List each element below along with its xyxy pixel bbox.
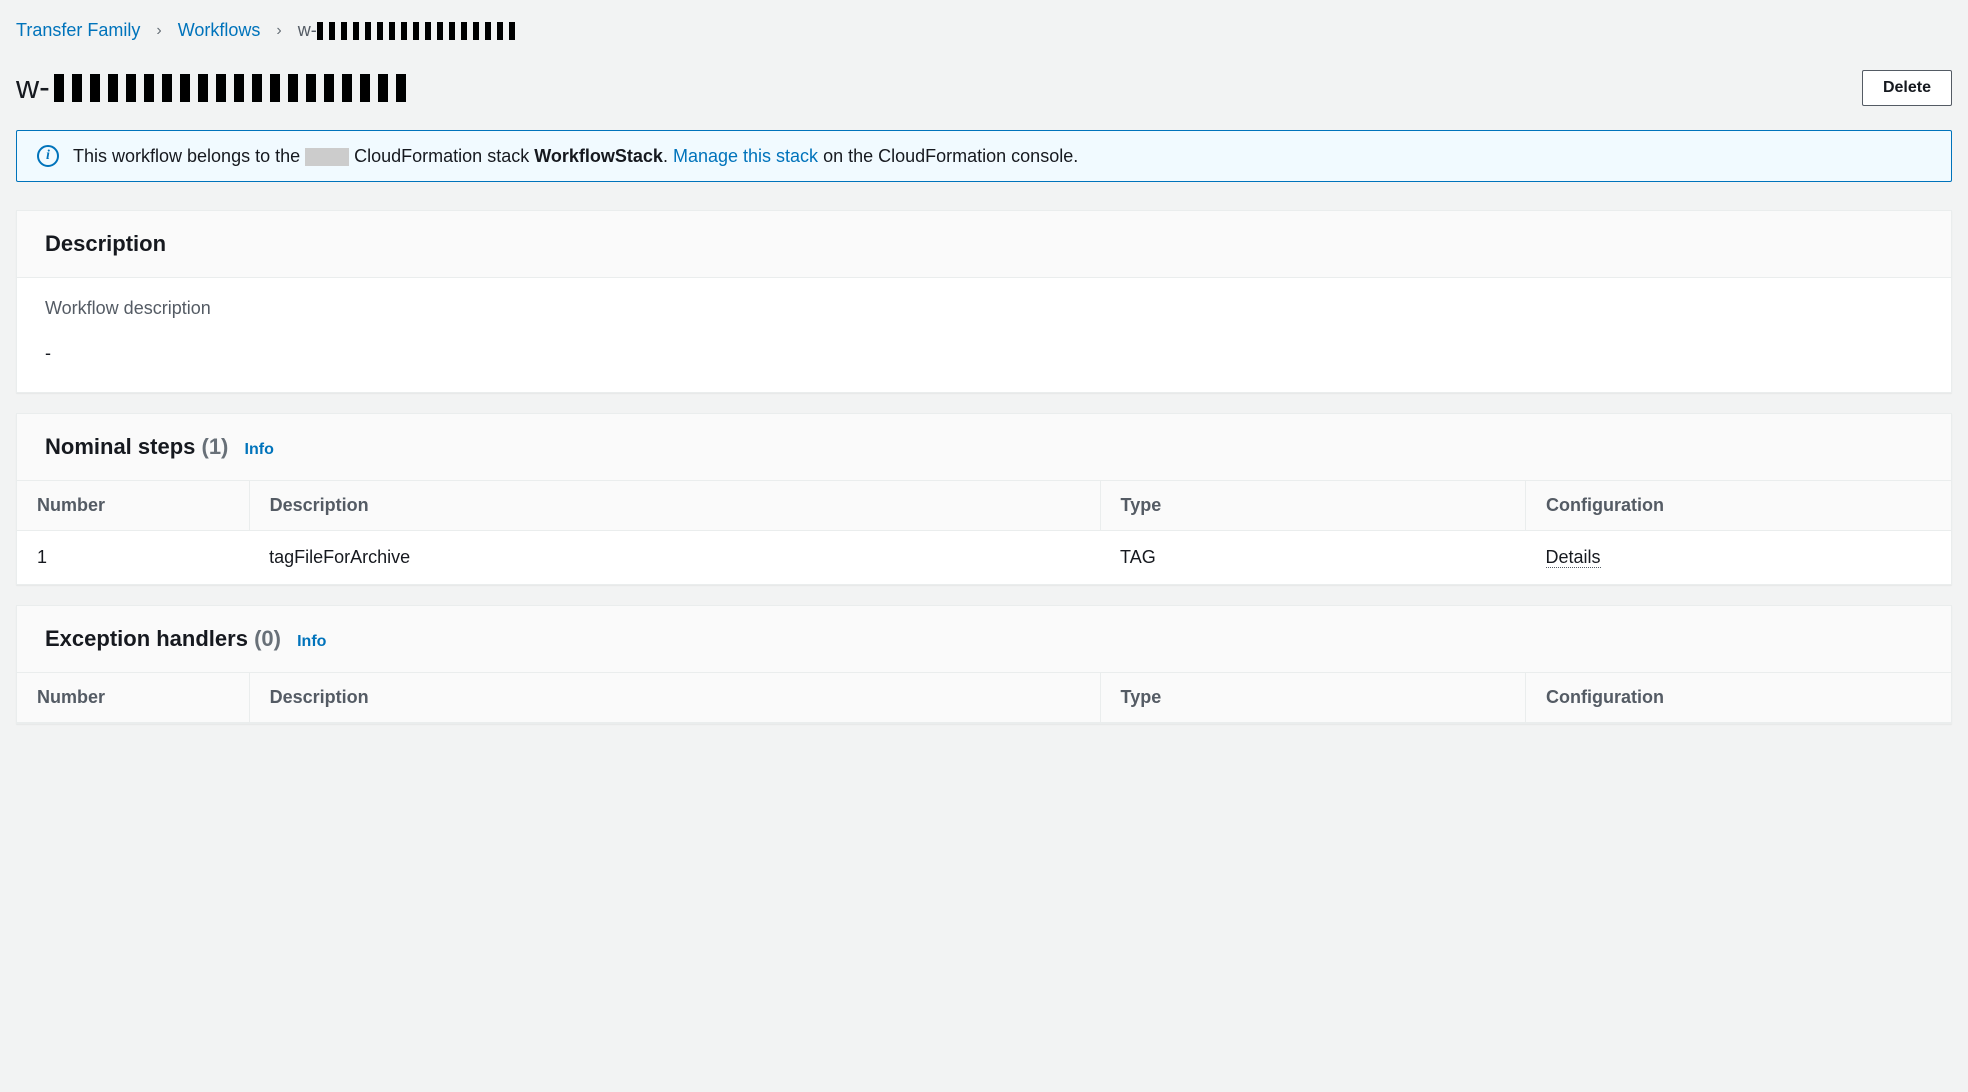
workflow-description-label: Workflow description bbox=[45, 298, 1923, 319]
breadcrumb-current: w- bbox=[298, 20, 517, 41]
exception-heading-text: Exception handlers bbox=[45, 626, 248, 651]
nominal-steps-panel: Nominal steps (1) Info Number Descriptio… bbox=[16, 413, 1952, 585]
banner-mid: CloudFormation stack bbox=[354, 146, 529, 166]
col-configuration: Configuration bbox=[1526, 673, 1952, 723]
delete-button[interactable]: Delete bbox=[1862, 70, 1952, 106]
redacted-title-id bbox=[54, 74, 414, 102]
breadcrumb-root[interactable]: Transfer Family bbox=[16, 20, 140, 41]
info-icon: i bbox=[37, 145, 59, 167]
cell-description: tagFileForArchive bbox=[249, 531, 1100, 585]
nominal-steps-heading: Nominal steps (1) bbox=[45, 434, 235, 459]
chevron-right-icon: › bbox=[156, 22, 161, 40]
nominal-count: (1) bbox=[202, 434, 229, 459]
cell-configuration: Details bbox=[1526, 531, 1952, 585]
exception-count: (0) bbox=[254, 626, 281, 651]
description-heading: Description bbox=[45, 231, 166, 256]
redacted-id bbox=[317, 22, 517, 40]
cell-type: TAG bbox=[1100, 531, 1525, 585]
exception-handlers-header: Exception handlers (0) Info bbox=[17, 606, 1951, 673]
nominal-heading-text: Nominal steps bbox=[45, 434, 195, 459]
redacted-stack-region bbox=[305, 148, 349, 166]
page-title-prefix: w- bbox=[16, 69, 50, 106]
col-description: Description bbox=[249, 673, 1100, 723]
breadcrumb-workflows[interactable]: Workflows bbox=[178, 20, 261, 41]
workflow-description-value: - bbox=[45, 343, 1923, 364]
page-title: w- bbox=[16, 69, 414, 106]
nominal-info-link[interactable]: Info bbox=[245, 441, 274, 458]
col-type: Type bbox=[1100, 481, 1525, 531]
cloudformation-info-banner: i This workflow belongs to the CloudForm… bbox=[16, 130, 1952, 182]
description-panel: Description Workflow description - bbox=[16, 210, 1952, 393]
breadcrumb-current-prefix: w- bbox=[298, 20, 317, 40]
exception-handlers-heading: Exception handlers (0) bbox=[45, 626, 287, 651]
col-number: Number bbox=[17, 481, 249, 531]
col-number: Number bbox=[17, 673, 249, 723]
chevron-right-icon: › bbox=[276, 22, 281, 40]
page-header: w- Delete bbox=[16, 69, 1952, 106]
col-description: Description bbox=[249, 481, 1100, 531]
table-row: 1 tagFileForArchive TAG Details bbox=[17, 531, 1951, 585]
banner-suffix: on the CloudFormation console. bbox=[823, 146, 1078, 166]
nominal-steps-table: Number Description Type Configuration 1 … bbox=[17, 481, 1951, 584]
banner-text: This workflow belongs to the CloudFormat… bbox=[73, 146, 1078, 167]
description-panel-header: Description bbox=[17, 211, 1951, 278]
manage-stack-link[interactable]: Manage this stack bbox=[673, 146, 818, 166]
exception-info-link[interactable]: Info bbox=[297, 633, 326, 650]
col-configuration: Configuration bbox=[1526, 481, 1952, 531]
cell-number: 1 bbox=[17, 531, 249, 585]
description-panel-body: Workflow description - bbox=[17, 278, 1951, 392]
exception-handlers-panel: Exception handlers (0) Info Number Descr… bbox=[16, 605, 1952, 724]
col-type: Type bbox=[1100, 673, 1525, 723]
banner-stack-name: WorkflowStack bbox=[534, 146, 663, 166]
breadcrumb: Transfer Family › Workflows › w- bbox=[16, 16, 1952, 45]
banner-prefix: This workflow belongs to the bbox=[73, 146, 300, 166]
exception-handlers-table: Number Description Type Configuration bbox=[17, 673, 1951, 723]
details-link[interactable]: Details bbox=[1546, 547, 1601, 568]
nominal-steps-header: Nominal steps (1) Info bbox=[17, 414, 1951, 481]
